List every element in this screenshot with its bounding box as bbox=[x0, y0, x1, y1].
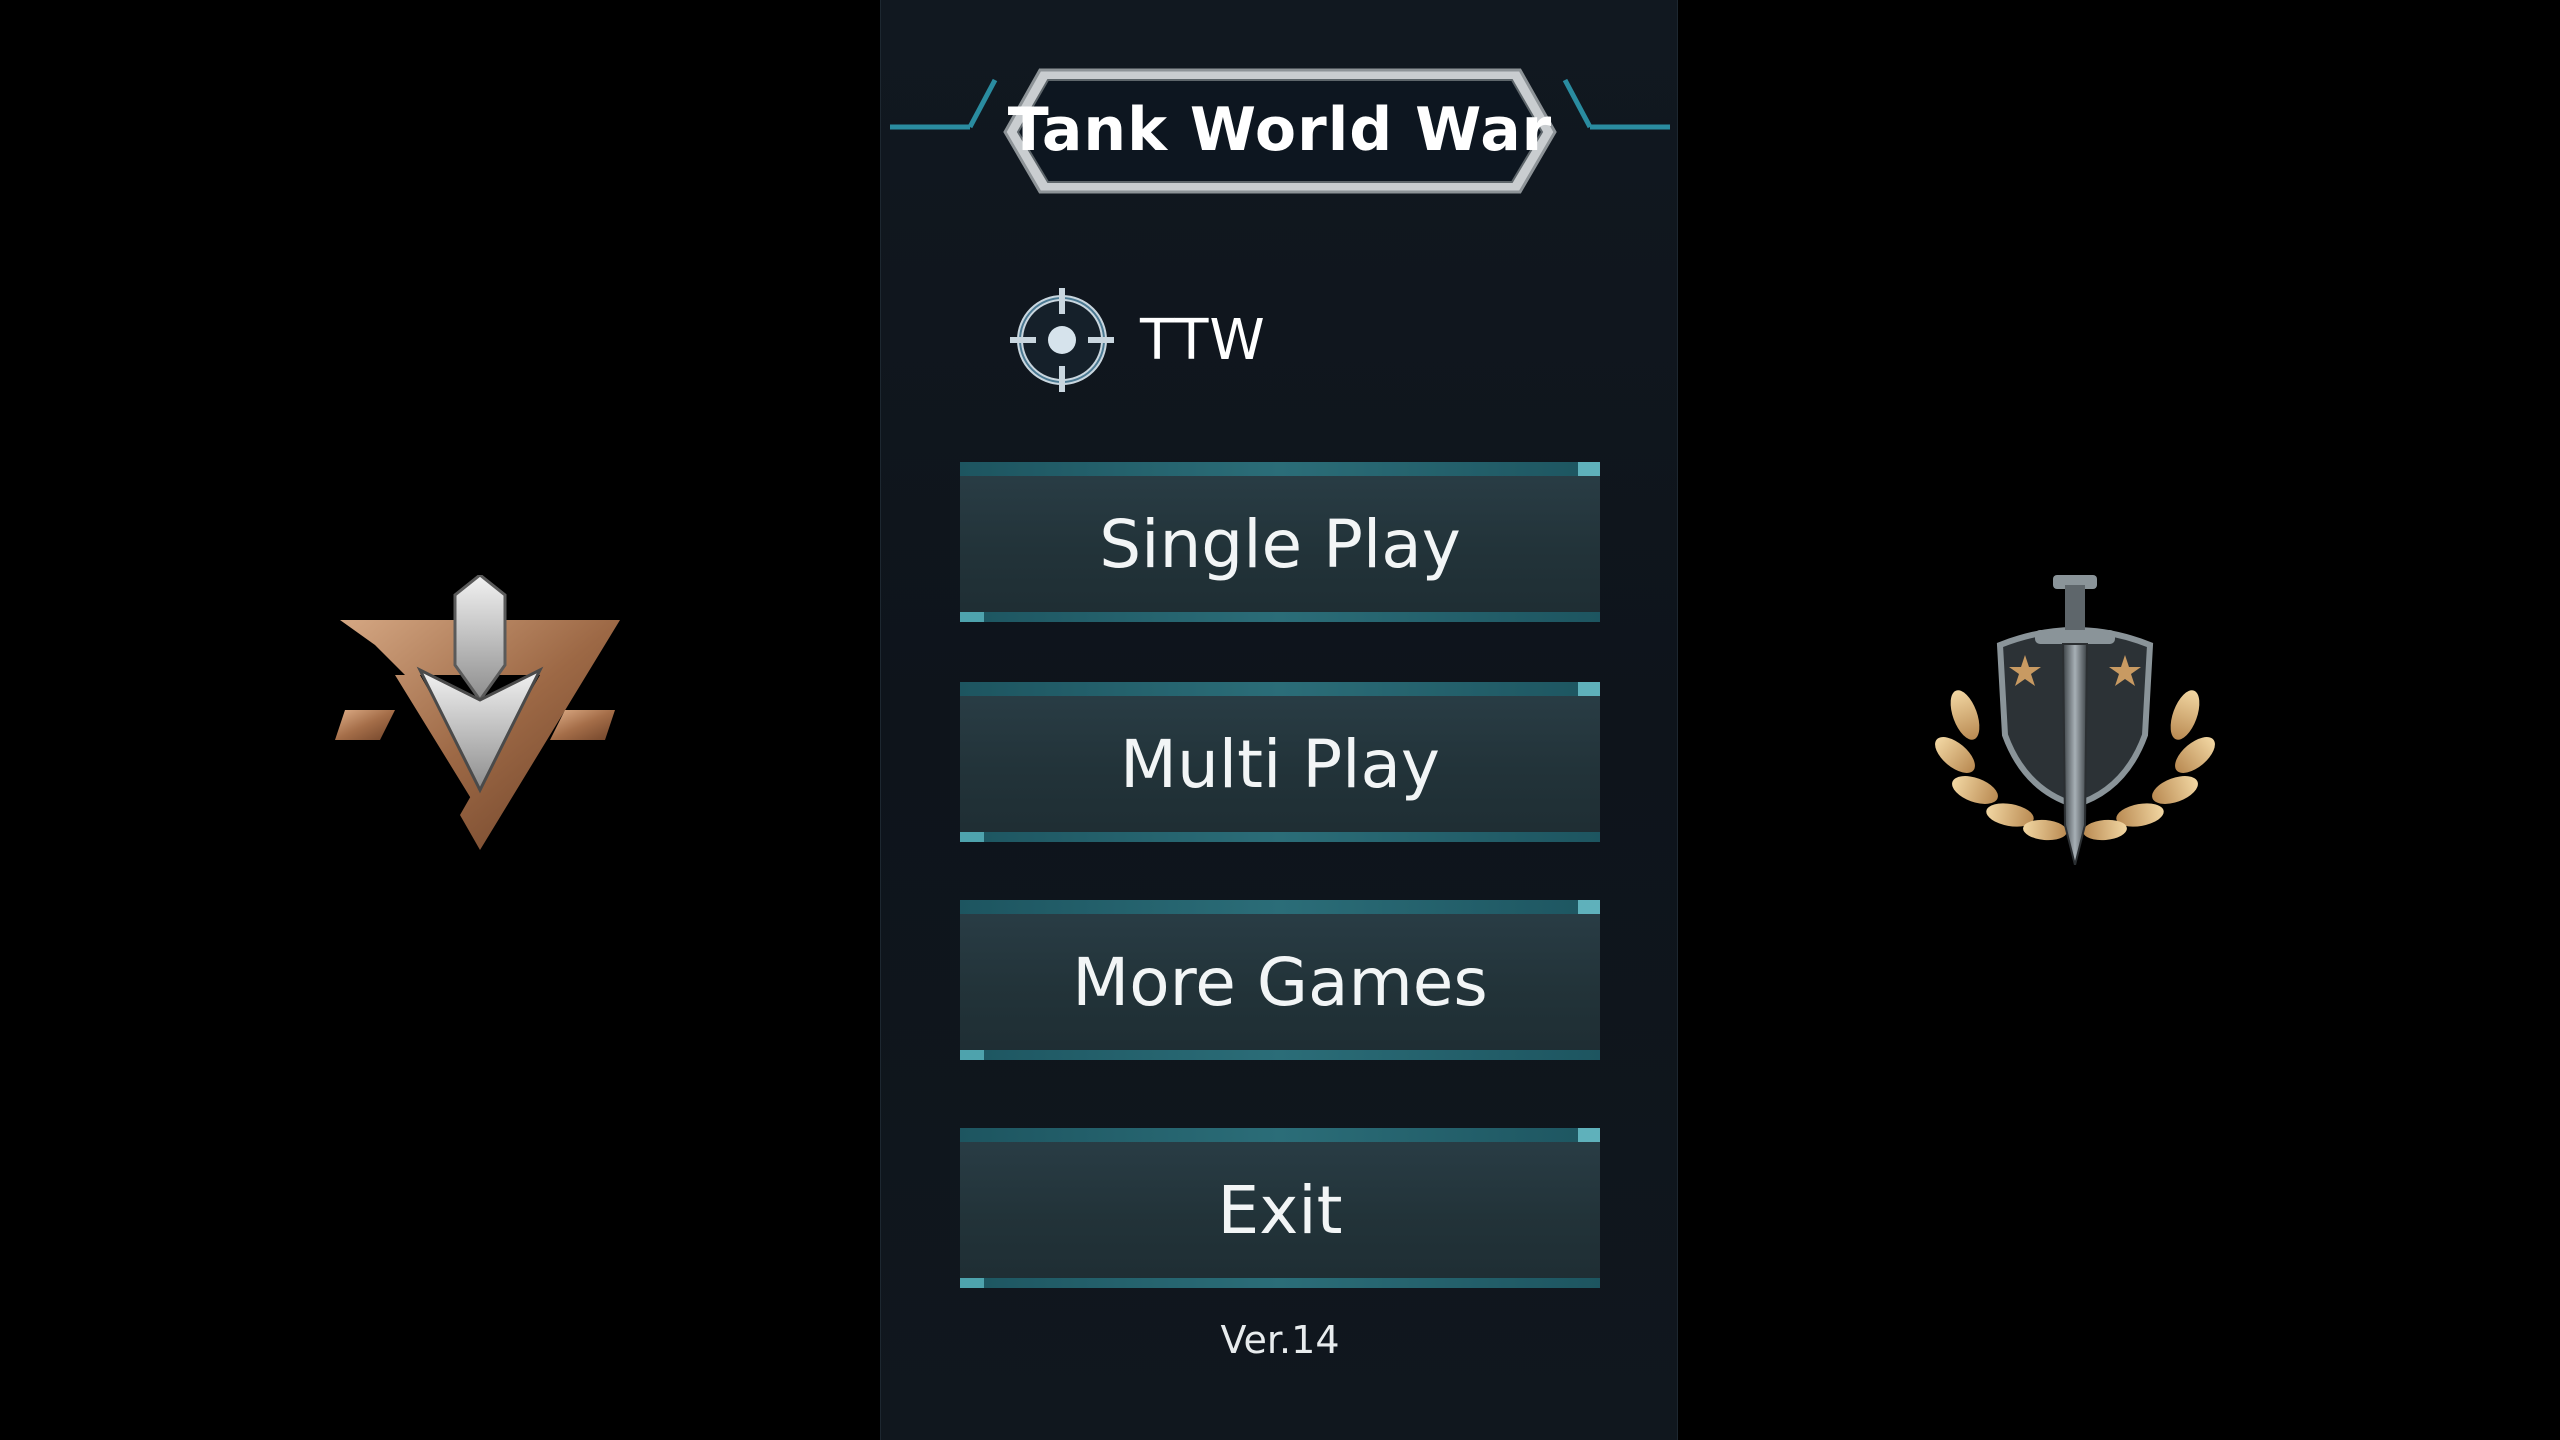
title-banner: Tank World War bbox=[890, 60, 1670, 200]
multi-play-label: Multi Play bbox=[1120, 725, 1440, 803]
single-play-label: Single Play bbox=[1099, 505, 1461, 583]
version-label: Ver.14 bbox=[1220, 1318, 1340, 1362]
exit-button[interactable]: Exit bbox=[960, 1128, 1600, 1288]
single-play-button[interactable]: Single Play bbox=[960, 462, 1600, 622]
player-name: TTW bbox=[1140, 307, 1266, 373]
rank-chevron-emblem-icon bbox=[335, 575, 620, 850]
player-profile[interactable]: TTW bbox=[1010, 285, 1266, 395]
exit-label: Exit bbox=[1217, 1171, 1343, 1249]
sword-shield-laurel-emblem-icon bbox=[1935, 575, 2215, 865]
more-games-button[interactable]: More Games bbox=[960, 900, 1600, 1060]
more-games-label: More Games bbox=[1072, 943, 1488, 1021]
crosshair-icon bbox=[1010, 288, 1114, 392]
multi-play-button[interactable]: Multi Play bbox=[960, 682, 1600, 842]
game-title: Tank World War bbox=[1007, 95, 1553, 165]
